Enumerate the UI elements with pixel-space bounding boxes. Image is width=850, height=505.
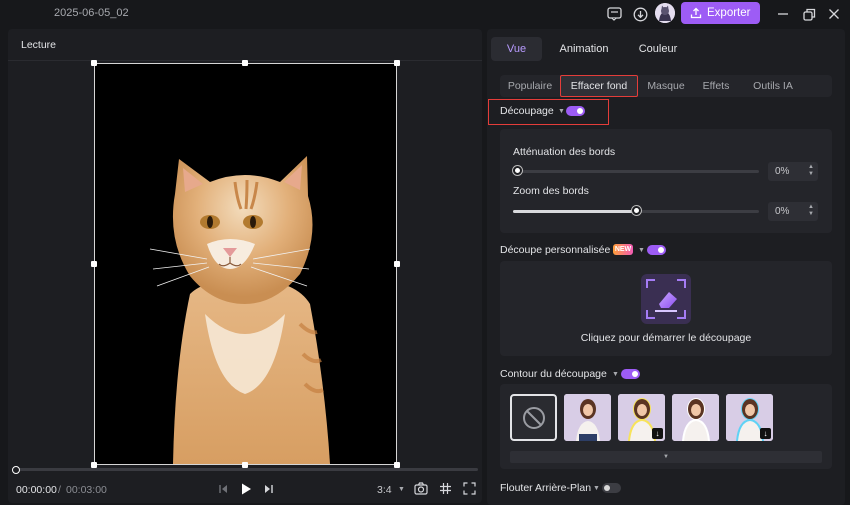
tab-vue[interactable]: Vue [491,37,542,61]
chevron-down-icon[interactable]: ▼ [558,108,565,115]
no-contour-icon[interactable] [510,394,557,441]
edge-zoom-input[interactable]: 0% ▲ ▼ [768,202,818,221]
cat-image [149,156,330,464]
stepper-icon[interactable]: ▲ ▼ [808,164,814,178]
resize-handle[interactable] [394,60,400,66]
slider-fill [513,210,636,213]
custom-cutout-label: Découpe personnalisée [500,244,611,256]
player-title: Lecture [21,39,57,51]
contour-toggle[interactable] [621,369,640,379]
subtab-effacer-fond[interactable]: Effacer fond [560,75,638,97]
tab-couleur[interactable]: Couleur [629,37,687,61]
snapshot-icon[interactable] [414,482,428,495]
resize-handle[interactable] [394,261,400,267]
total-time: 00:03:00 [66,484,107,496]
player-panel: Lecture 00:00:00 / 00:03:00 3:4 ▼ [8,29,482,503]
edge-zoom-label: Zoom des bords [513,185,589,197]
chevron-down-icon[interactable]: ▼ [638,247,645,254]
subtab-populaire[interactable]: Populaire [502,75,558,97]
minimize-icon[interactable] [773,4,793,24]
blur-background-label: Flouter Arrière-Plan [500,482,592,494]
chevron-down-icon: ▼ [663,454,669,460]
subtab-outils-ia[interactable]: Outils IA [740,75,806,97]
preview-canvas[interactable] [94,63,397,465]
playhead[interactable] [12,466,20,474]
download-icon: ↓ [652,428,663,439]
edge-softening-value: 0% [775,166,790,177]
edge-zoom-value: 0% [775,206,790,217]
contour-preset-thumbnail[interactable]: ↓ [618,394,665,441]
project-title: 2025-06-05_02 [54,7,129,19]
feedback-icon[interactable] [604,4,624,24]
inspector-panel: Vue Animation Couleur Populaire Effacer … [487,29,845,505]
contour-preset-thumbnail[interactable]: ↓ [726,394,773,441]
export-button[interactable]: Exporter [681,2,760,24]
time-separator: / [58,484,61,496]
timeline-scrubber[interactable] [14,468,478,471]
play-icon[interactable] [240,482,252,496]
previous-frame-icon[interactable] [218,483,228,495]
decoupage-toggle[interactable] [566,106,585,116]
current-time: 00:00:00 [16,484,57,496]
slider-thumb[interactable] [513,166,522,175]
resize-handle[interactable] [242,60,248,66]
subtab-masque[interactable]: Masque [640,75,692,97]
edge-softening-label: Atténuation des bords [513,146,616,158]
chevron-down-icon[interactable]: ▼ [612,371,619,378]
edge-softening-slider[interactable] [513,170,759,173]
chevron-down-icon[interactable]: ▼ [593,485,600,492]
tab-animation[interactable]: Animation [553,37,615,61]
resize-handle[interactable] [91,261,97,267]
start-cutout-text: Cliquez pour démarrer le découpage [580,332,752,344]
contour-label: Contour du découpage [500,368,607,380]
expand-presets-button[interactable]: ▼ [510,451,822,463]
decoupage-label: Découpage [500,105,554,117]
grid-icon[interactable] [439,482,452,495]
close-icon[interactable] [824,4,844,24]
new-badge: NEW [613,244,633,255]
fullscreen-icon[interactable] [463,482,476,495]
chevron-down-icon[interactable]: ▼ [398,486,405,493]
resize-handle[interactable] [91,60,97,66]
eraser-icon[interactable] [641,274,691,324]
slider-thumb[interactable] [632,206,641,215]
next-frame-icon[interactable] [264,483,274,495]
title-bar: 2025-06-05_02 Exporter [0,0,850,27]
restore-icon[interactable] [799,4,819,24]
stepper-icon[interactable]: ▲ ▼ [808,204,814,218]
custom-cutout-toggle[interactable] [647,245,666,255]
blur-background-toggle[interactable] [602,483,621,493]
contour-preset-thumbnail[interactable] [564,394,611,441]
subtab-bar: Populaire Effacer fond Masque Effets Out… [500,75,832,97]
export-label: Exporter [707,7,751,19]
download-icon[interactable] [630,4,650,24]
avatar[interactable] [655,3,675,23]
aspect-ratio-select[interactable]: 3:4 [377,484,392,496]
download-icon: ↓ [760,428,771,439]
export-icon [690,7,702,19]
contour-preset-thumbnail[interactable] [672,394,719,441]
edge-softening-input[interactable]: 0% ▲ ▼ [768,162,818,181]
subtab-effets[interactable]: Effets [694,75,738,97]
